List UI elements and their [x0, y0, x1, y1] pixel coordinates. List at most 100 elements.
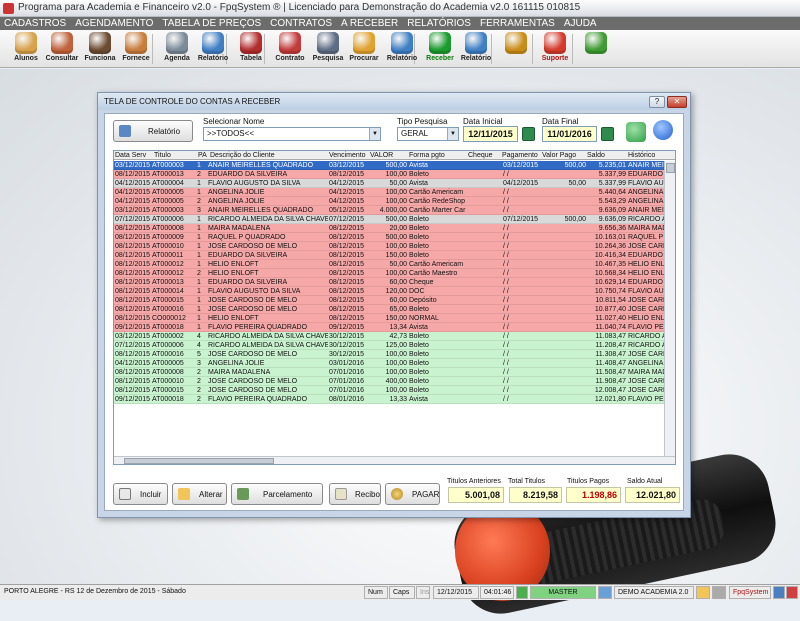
pagar-button[interactable]: PAGAR: [385, 483, 440, 505]
calendar-icon[interactable]: [522, 127, 535, 141]
toolbar-button-alunos[interactable]: Alunos: [6, 32, 46, 66]
column-header[interactable]: Histórico: [628, 151, 655, 160]
printer-icon: [119, 125, 131, 137]
alterar-button[interactable]: Alterar: [172, 483, 227, 505]
chevron-down-icon[interactable]: ▼: [369, 128, 380, 140]
toolbar-button-agenda[interactable]: Agenda: [157, 32, 197, 66]
toolbar-button-coins[interactable]: [496, 32, 536, 66]
calendar-icon[interactable]: [601, 127, 614, 141]
column-header[interactable]: Pagamento: [502, 151, 538, 160]
exit-icon: [585, 32, 607, 54]
cell-titulo: AT000012: [152, 261, 184, 268]
horizontal-scrollbar[interactable]: [114, 456, 675, 464]
table-row[interactable]: 08/12/2015 AT000015 2 JOSE CARDOSO DE MELO 0…: [114, 386, 675, 395]
cell-data: 08/12/2015: [115, 243, 151, 250]
menu-item-3[interactable]: CONTRATOS: [266, 17, 337, 30]
toolbar-button-tabela[interactable]: Tabela: [231, 32, 271, 66]
chevron-down-icon[interactable]: ▼: [447, 128, 458, 140]
toolbar-button-relatório[interactable]: Relatório: [456, 32, 496, 66]
column-header[interactable]: Cheque: [468, 151, 493, 160]
status-location: PORTO ALEGRE - RS 12 de Dezembro de 2015…: [4, 588, 186, 595]
refresh-icon[interactable]: [626, 122, 646, 142]
menu-item-5[interactable]: RELATÓRIOS: [403, 17, 476, 30]
table-row[interactable]: 08/12/2015 AT000012 1 HELIO ENLOFT 08/12/201…: [114, 260, 675, 269]
table-row[interactable]: 03/12/2015 AT000002 4 RICARDO ALMEIDA DA SI…: [114, 332, 675, 341]
selecionar-nome-select[interactable]: >>TODOS<< ▼: [203, 127, 381, 141]
table-row[interactable]: 08/12/2015 AT000013 2 EDUARDO DA SILVEIRA 08…: [114, 170, 675, 179]
table-row[interactable]: 08/12/2015 AT000015 1 JOSE CARDOSO DE MELO 0…: [114, 296, 675, 305]
column-header[interactable]: Valor Pago: [542, 151, 576, 160]
relatorio-button[interactable]: Relatório: [113, 120, 193, 142]
table-row[interactable]: 04/12/2015 AT000005 2 ANGELINA JOLIE 04/12/2…: [114, 197, 675, 206]
cell-venc: 08/12/2015: [329, 288, 365, 295]
toolbar-button-relatório[interactable]: Relatório: [382, 32, 422, 66]
table-row[interactable]: 08/12/2015 CO000012 1 HELIO ENLOFT 08/12/201…: [114, 314, 675, 323]
table-row[interactable]: 08/12/2015 AT000016 5 JOSE CARDOSO DE MELO 3…: [114, 350, 675, 359]
table-row[interactable]: 08/12/2015 AT000011 1 EDUARDO DA SILVEIRA 08…: [114, 251, 675, 260]
column-header[interactable]: VALOR: [370, 151, 393, 160]
menu-item-1[interactable]: AGENDAMENTO: [71, 17, 158, 30]
table-row[interactable]: 04/12/2015 AT000004 1 FLAVIO AUGUSTO DA SIL…: [114, 179, 675, 188]
selecionar-nome-value: >>TODOS<<: [207, 129, 254, 138]
column-header[interactable]: Titulo: [154, 151, 171, 160]
table-row[interactable]: 08/12/2015 AT000008 1 MAIRA MADALENA 08/12/2…: [114, 224, 675, 233]
vertical-scrollbar[interactable]: [664, 161, 675, 457]
table-row[interactable]: 08/12/2015 AT000010 2 JOSE CARDOSO DE MELO 0…: [114, 377, 675, 386]
table-row[interactable]: 08/12/2015 AT000014 1 FLAVIO AUGUSTO DA SIL…: [114, 287, 675, 296]
table-row[interactable]: 08/12/2015 AT000013 1 EDUARDO DA SILVEIRA 08…: [114, 278, 675, 287]
table-row[interactable]: 08/12/2015 AT000016 1 JOSE CARDOSO DE MELO 0…: [114, 305, 675, 314]
cell-valor: 150,00: [385, 252, 407, 259]
table-row[interactable]: 08/12/2015 AT000009 1 RAQUEL P QUADRADO 08/1…: [114, 233, 675, 242]
close-button[interactable]: ✕: [667, 96, 687, 108]
menu-item-6[interactable]: FERRAMENTAS: [476, 17, 560, 30]
column-header[interactable]: Data Serv: [115, 151, 146, 160]
table-row[interactable]: 03/12/2015 AT000003 3 ANAIR MEIRELLES QUADR…: [114, 206, 675, 215]
table-row[interactable]: 09/12/2015 AT000018 2 FLAVIO PEREIRA QUADRA…: [114, 395, 675, 404]
table-row[interactable]: 03/12/2015 AT000003 1 ANAIR MEIRELLES QUADR…: [114, 161, 675, 170]
table-row[interactable]: 08/12/2015 AT000012 2 HELIO ENLOFT 08/12/201…: [114, 269, 675, 278]
toolbar-button-suporte[interactable]: Suporte: [535, 32, 575, 66]
menu-item-0[interactable]: CADASTROS: [0, 17, 71, 30]
cell-valor: 13,33: [389, 396, 407, 403]
toolbar-button-receber[interactable]: Receber: [420, 32, 460, 66]
toolbar-button-exit[interactable]: [576, 32, 616, 66]
toolbar-button-procurar[interactable]: Procurar: [344, 32, 384, 66]
toolbar-button-relatório[interactable]: Relatório: [193, 32, 233, 66]
table-row[interactable]: 07/12/2015 AT000006 4 RICARDO ALMEIDA DA SI…: [114, 341, 675, 350]
table-row[interactable]: 08/12/2015 AT000010 1 JOSE CARDOSO DE MELO 0…: [114, 242, 675, 251]
help-button[interactable]: ?: [649, 96, 665, 108]
menu-item-4[interactable]: A RECEBER: [337, 17, 403, 30]
toolbar-button-funciona[interactable]: Funciona: [80, 32, 120, 66]
parcelamento-button[interactable]: Parcelamento: [231, 483, 323, 505]
column-header[interactable]: Saldo: [587, 151, 605, 160]
receipt-icon: [335, 488, 347, 500]
table-row[interactable]: 04/12/2015 AT000005 3 ANGELINA JOLIE 03/01/2…: [114, 359, 675, 368]
column-header[interactable]: Vencimento: [329, 151, 366, 160]
incluir-button[interactable]: Incluir: [113, 483, 168, 505]
menu-item-7[interactable]: AJUDA: [560, 17, 602, 30]
menu-item-2[interactable]: TABELA DE PREÇOS: [158, 17, 266, 30]
cell-valor: 100,00: [385, 243, 407, 250]
table-row[interactable]: 04/12/2015 AT000005 1 ANGELINA JOLIE 04/12/2…: [114, 188, 675, 197]
toolbar-button-pesquisa[interactable]: Pesquisa: [308, 32, 348, 66]
toolbar-label: Receber: [426, 55, 454, 62]
cell-pa: 1: [197, 225, 201, 232]
column-header[interactable]: Forma pgto: [409, 151, 445, 160]
toolbar-label: Contrato: [275, 55, 305, 62]
table-row[interactable]: 07/12/2015 AT000006 1 RICARDO ALMEIDA DA SI…: [114, 215, 675, 224]
toolbar-button-contrato[interactable]: Contrato: [270, 32, 310, 66]
toolbar-button-consultar[interactable]: Consultar: [42, 32, 82, 66]
toolbar-button-fornece[interactable]: Fornece: [116, 32, 156, 66]
table-row[interactable]: 08/12/2015 AT000008 2 MAIRA MADALENA 07/01/2…: [114, 368, 675, 377]
arrow-right-icon[interactable]: [653, 120, 673, 140]
column-header[interactable]: PA: [198, 151, 207, 160]
cell-pag: / /: [503, 297, 509, 304]
data-final-field[interactable]: 11/01/2016: [542, 126, 597, 142]
cell-forma: Boleto: [409, 387, 429, 394]
data-inicial-field[interactable]: 12/11/2015: [463, 126, 518, 142]
recibo-button[interactable]: Recibo: [329, 483, 381, 505]
tipo-pesquisa-select[interactable]: GERAL ▼: [397, 127, 459, 141]
column-header[interactable]: Descrição do Cliente: [210, 151, 275, 160]
table-row[interactable]: 09/12/2015 AT000018 1 FLAVIO PEREIRA QUADRA…: [114, 323, 675, 332]
cell-venc: 08/12/2015: [329, 297, 365, 304]
